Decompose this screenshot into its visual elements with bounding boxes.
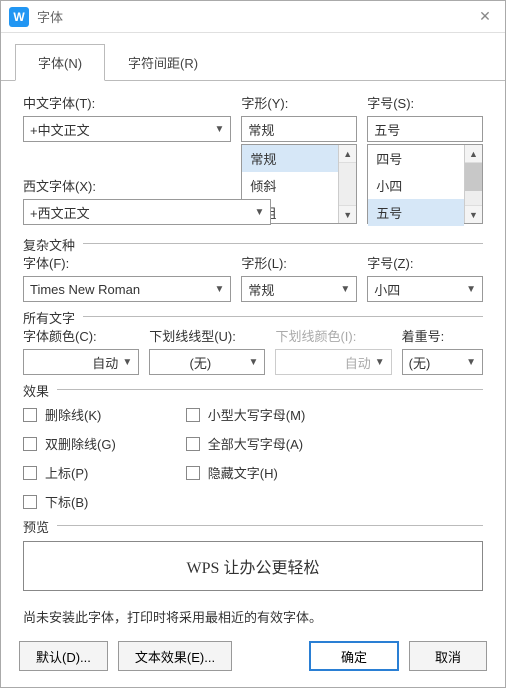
complex-style-combo[interactable]: 常规 ▼ — [241, 276, 357, 302]
scroll-down-icon[interactable]: ▼ — [339, 205, 356, 223]
checkbox-icon — [23, 408, 37, 422]
chevron-down-icon: ▼ — [466, 284, 476, 295]
checkbox-icon — [23, 437, 37, 451]
style-option[interactable]: 常规 — [242, 145, 338, 172]
text-effects-button[interactable]: 文本效果(E)... — [118, 641, 232, 671]
style-value: 常规 — [248, 120, 350, 139]
font-color-value: 自动 — [30, 353, 118, 372]
checkbox-icon — [186, 437, 200, 451]
cancel-button[interactable]: 取消 — [409, 641, 487, 671]
underline-label: 下划线线型(U): — [149, 326, 265, 345]
underline-color-combo: 自动 ▼ — [275, 349, 391, 375]
window-title: 字体 — [37, 7, 473, 26]
chevron-down-icon: ▼ — [254, 207, 264, 218]
preview-group: 预览 WPS 让办公更轻松 尚未安装此字体，打印时将采用最相近的有效字体。 — [23, 525, 483, 626]
double-strike-checkbox[interactable]: 双删除线(G) — [23, 434, 116, 453]
all-caps-checkbox[interactable]: 全部大写字母(A) — [186, 434, 306, 453]
font-color-combo[interactable]: 自动 ▼ — [23, 349, 139, 375]
small-caps-checkbox[interactable]: 小型大写字母(M) — [186, 405, 306, 424]
complex-style-value: 常规 — [248, 280, 336, 299]
style-input[interactable]: 常规 — [241, 116, 357, 142]
west-font-value: +西文正文 — [30, 203, 250, 222]
scroll-up-icon[interactable]: ▲ — [465, 145, 482, 163]
size-input[interactable]: 五号 — [367, 116, 483, 142]
all-text-group: 所有文字 字体颜色(C): 自动 ▼ 下划线线型(U): (无) ▼ — [23, 316, 483, 375]
emphasis-label: 着重号: — [402, 326, 483, 345]
tab-content: 中文字体(T): +中文正文 ▼ 字形(Y): 常规 常规 倾斜 加粗 — [1, 81, 505, 630]
style-scrollbar[interactable]: ▲ ▼ — [338, 145, 356, 223]
underline-color-label: 下划线颜色(I): — [275, 326, 391, 345]
default-button[interactable]: 默认(D)... — [19, 641, 108, 671]
tab-bar: 字体(N) 字符间距(R) — [1, 43, 505, 81]
effects-legend: 效果 — [23, 381, 55, 400]
effects-group: 效果 删除线(K) 双删除线(G) 上标(P) 下标(B) 小型大写字母(M) … — [23, 389, 483, 511]
checkbox-icon — [186, 466, 200, 480]
close-button[interactable]: ✕ — [473, 5, 497, 29]
hidden-checkbox[interactable]: 隐藏文字(H) — [186, 463, 306, 482]
complex-style-label: 字形(L): — [241, 253, 357, 272]
scroll-down-icon[interactable]: ▼ — [465, 205, 482, 223]
strike-checkbox[interactable]: 删除线(K) — [23, 405, 116, 424]
chevron-down-icon: ▼ — [249, 357, 259, 368]
preview-text: WPS 让办公更轻松 — [187, 554, 320, 578]
complex-size-label: 字号(Z): — [367, 253, 483, 272]
checkbox-icon — [23, 466, 37, 480]
cjk-font-combo[interactable]: +中文正文 ▼ — [23, 116, 231, 142]
complex-font-label: 字体(F): — [23, 253, 231, 272]
chevron-down-icon: ▼ — [340, 284, 350, 295]
size-option[interactable]: 五号 — [368, 199, 464, 226]
complex-script-group: 复杂文种 字体(F): Times New Roman ▼ 字形(L): 常规 … — [23, 243, 483, 302]
chevron-down-icon: ▼ — [466, 357, 476, 368]
size-label: 字号(S): — [367, 93, 483, 112]
dialog-footer: 默认(D)... 文本效果(E)... 确定 取消 — [1, 630, 505, 687]
complex-size-value: 小四 — [374, 280, 462, 299]
size-option[interactable]: 小四 — [368, 172, 464, 199]
style-label: 字形(Y): — [241, 93, 357, 112]
font-dialog: W 字体 ✕ 字体(N) 字符间距(R) 中文字体(T): +中文正文 ▼ 字形… — [0, 0, 506, 688]
emphasis-value: (无) — [409, 353, 462, 372]
scroll-up-icon[interactable]: ▲ — [339, 145, 356, 163]
preview-legend: 预览 — [23, 517, 55, 536]
size-option[interactable]: 四号 — [368, 145, 464, 172]
chevron-down-icon: ▼ — [215, 124, 225, 135]
subscript-checkbox[interactable]: 下标(B) — [23, 492, 116, 511]
size-scrollbar[interactable]: ▲ ▼ — [464, 145, 482, 223]
superscript-checkbox[interactable]: 上标(P) — [23, 463, 116, 482]
chevron-down-icon: ▼ — [375, 357, 385, 368]
app-icon: W — [9, 7, 29, 27]
chevron-down-icon: ▼ — [122, 357, 132, 368]
font-color-label: 字体颜色(C): — [23, 326, 139, 345]
west-font-label: 西文字体(X): — [23, 176, 271, 195]
checkbox-icon — [23, 495, 37, 509]
underline-value: (无) — [156, 353, 244, 372]
complex-font-combo[interactable]: Times New Roman ▼ — [23, 276, 231, 302]
preview-box: WPS 让办公更轻松 — [23, 541, 483, 591]
checkbox-icon — [186, 408, 200, 422]
complex-font-value: Times New Roman — [30, 282, 211, 297]
tab-spacing[interactable]: 字符间距(R) — [105, 44, 221, 81]
complex-size-combo[interactable]: 小四 ▼ — [367, 276, 483, 302]
chevron-down-icon: ▼ — [215, 284, 225, 295]
underline-combo[interactable]: (无) ▼ — [149, 349, 265, 375]
ok-button[interactable]: 确定 — [309, 641, 399, 671]
cjk-font-value: +中文正文 — [30, 120, 211, 139]
tab-font[interactable]: 字体(N) — [15, 44, 105, 81]
underline-color-value: 自动 — [282, 353, 370, 372]
titlebar: W 字体 ✕ — [1, 1, 505, 33]
alltext-legend: 所有文字 — [23, 308, 81, 327]
west-font-combo[interactable]: +西文正文 ▼ — [23, 199, 271, 225]
size-listbox[interactable]: 四号 小四 五号 ▲ ▼ — [367, 144, 483, 224]
font-warning-text: 尚未安装此字体，打印时将采用最相近的有效字体。 — [23, 607, 483, 626]
complex-legend: 复杂文种 — [23, 235, 81, 254]
size-value: 五号 — [374, 120, 476, 139]
cjk-font-label: 中文字体(T): — [23, 93, 231, 112]
emphasis-combo[interactable]: (无) ▼ — [402, 349, 483, 375]
